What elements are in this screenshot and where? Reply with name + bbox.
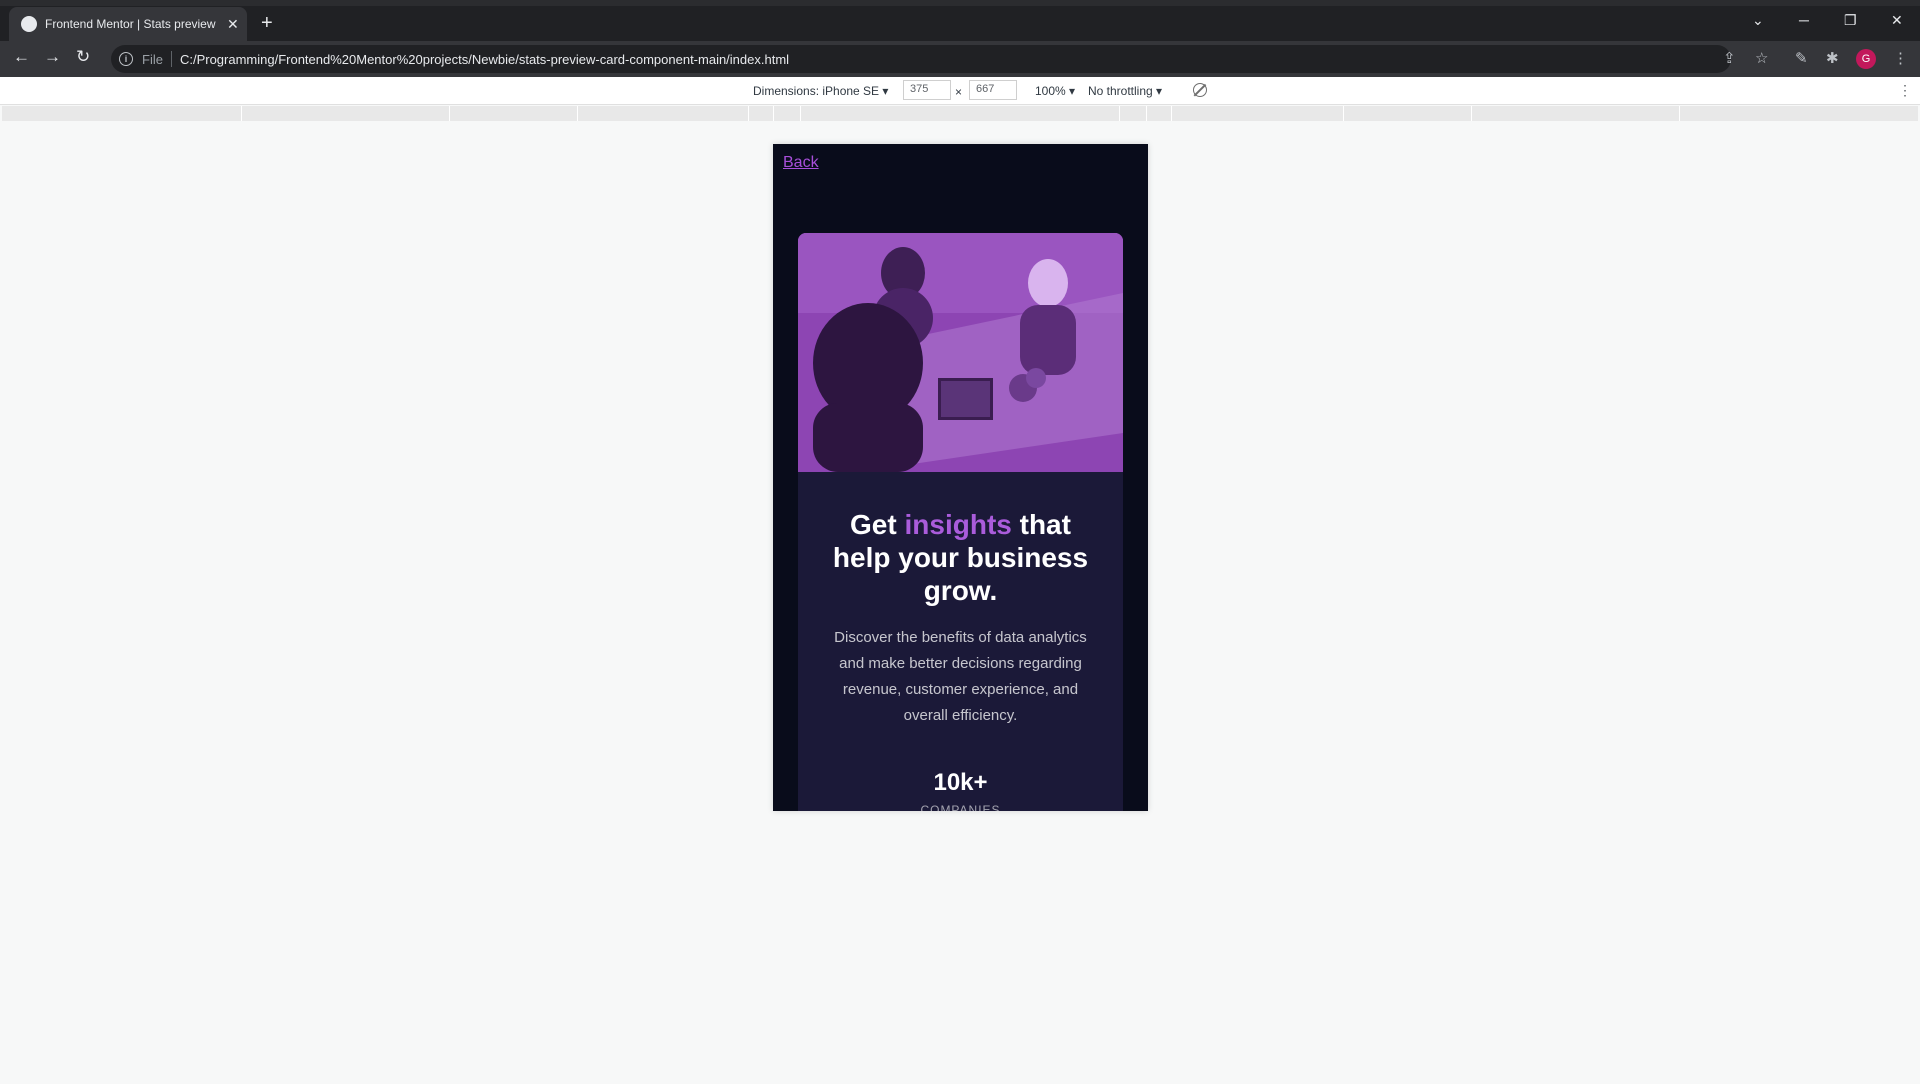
minimize-icon[interactable]: ─ <box>1799 12 1809 28</box>
share-icon[interactable]: ⇪ <box>1723 49 1736 67</box>
mq-divider <box>241 106 242 121</box>
heading-accent: insights <box>904 509 1012 540</box>
mq-divider <box>1679 106 1680 121</box>
stat-item: 10k+ companies <box>826 769 1095 811</box>
stats-preview-card: Get insights that help your business gro… <box>798 233 1123 811</box>
media-query-bar[interactable] <box>2 106 1918 121</box>
mq-divider <box>773 106 774 121</box>
mq-divider <box>1146 106 1147 121</box>
address-toolbar: ← → ↻ i File C:/Programming/Frontend%20M… <box>0 41 1920 77</box>
emulated-viewport: Back Get insights that help your busines… <box>773 144 1148 811</box>
mq-divider <box>1119 106 1120 121</box>
favicon-icon <box>21 16 37 32</box>
mq-divider <box>1171 106 1172 121</box>
card-hero-image <box>798 233 1123 472</box>
mq-divider <box>1471 106 1472 121</box>
profile-avatar[interactable]: G <box>1856 49 1876 69</box>
stat-label: companies <box>920 803 1001 811</box>
zoom-label: 100% <box>1035 84 1066 98</box>
stat-value: 10k+ <box>933 769 988 796</box>
throttling-label: No throttling <box>1088 84 1153 98</box>
office-photo <box>798 233 1123 472</box>
close-window-icon[interactable]: ✕ <box>1891 12 1903 29</box>
mq-divider <box>1343 106 1344 121</box>
mq-divider <box>800 106 801 121</box>
heading-start: Get <box>850 509 905 540</box>
dimensions-dropdown[interactable]: Dimensions: iPhone SE ▾ <box>753 84 888 98</box>
browser-titlebar: Frontend Mentor | Stats preview ✕ + ⌄ ─ … <box>0 0 1920 41</box>
tab-search-icon[interactable]: ⌄ <box>1752 12 1764 29</box>
back-arrow-icon[interactable]: ← <box>13 47 30 67</box>
forward-arrow-icon[interactable]: → <box>44 47 61 67</box>
info-icon[interactable]: i <box>119 52 133 66</box>
mq-divider <box>577 106 578 121</box>
card-heading: Get insights that help your business gro… <box>826 508 1095 607</box>
menu-kebab-icon[interactable]: ⋮ <box>1893 49 1908 67</box>
device-toolbar: Dimensions: iPhone SE ▾ 375 × 667 100% ▾… <box>0 77 1920 105</box>
pen-icon[interactable]: ✎ <box>1795 49 1808 67</box>
reload-icon[interactable]: ↻ <box>76 47 90 67</box>
times-symbol: × <box>955 85 963 99</box>
card-body: Get insights that help your business gro… <box>798 472 1123 811</box>
close-tab-icon[interactable]: ✕ <box>227 16 239 33</box>
dimensions-label: Dimensions: iPhone SE <box>753 84 880 98</box>
mq-divider <box>449 106 450 121</box>
device-menu-icon[interactable]: ⋮ <box>1898 82 1912 99</box>
extensions-puzzle-icon[interactable]: ✱ <box>1826 49 1839 67</box>
file-label: File <box>142 51 163 67</box>
width-input[interactable]: 375 <box>903 80 951 100</box>
bookmark-star-icon[interactable]: ☆ <box>1755 49 1768 67</box>
zoom-dropdown[interactable]: 100% ▾ <box>1035 84 1075 98</box>
divider <box>170 51 172 67</box>
browser-tab[interactable]: Frontend Mentor | Stats preview ✕ <box>9 7 247 41</box>
restore-icon[interactable]: ❐ <box>1844 12 1857 29</box>
rotate-icon[interactable] <box>1193 83 1207 97</box>
height-input[interactable]: 667 <box>969 80 1017 100</box>
new-tab-icon[interactable]: + <box>261 12 273 35</box>
mq-divider <box>748 106 749 121</box>
url-text[interactable]: C:/Programming/Frontend%20Mentor%20proje… <box>180 52 789 67</box>
card-description: Discover the benefits of data analytics … <box>834 629 1087 724</box>
address-bar[interactable]: i File C:/Programming/Frontend%20Mentor%… <box>111 45 1731 73</box>
throttling-dropdown[interactable]: No throttling ▾ <box>1088 84 1162 98</box>
back-link[interactable]: Back <box>783 154 819 172</box>
tab-title: Frontend Mentor | Stats preview <box>45 17 216 31</box>
